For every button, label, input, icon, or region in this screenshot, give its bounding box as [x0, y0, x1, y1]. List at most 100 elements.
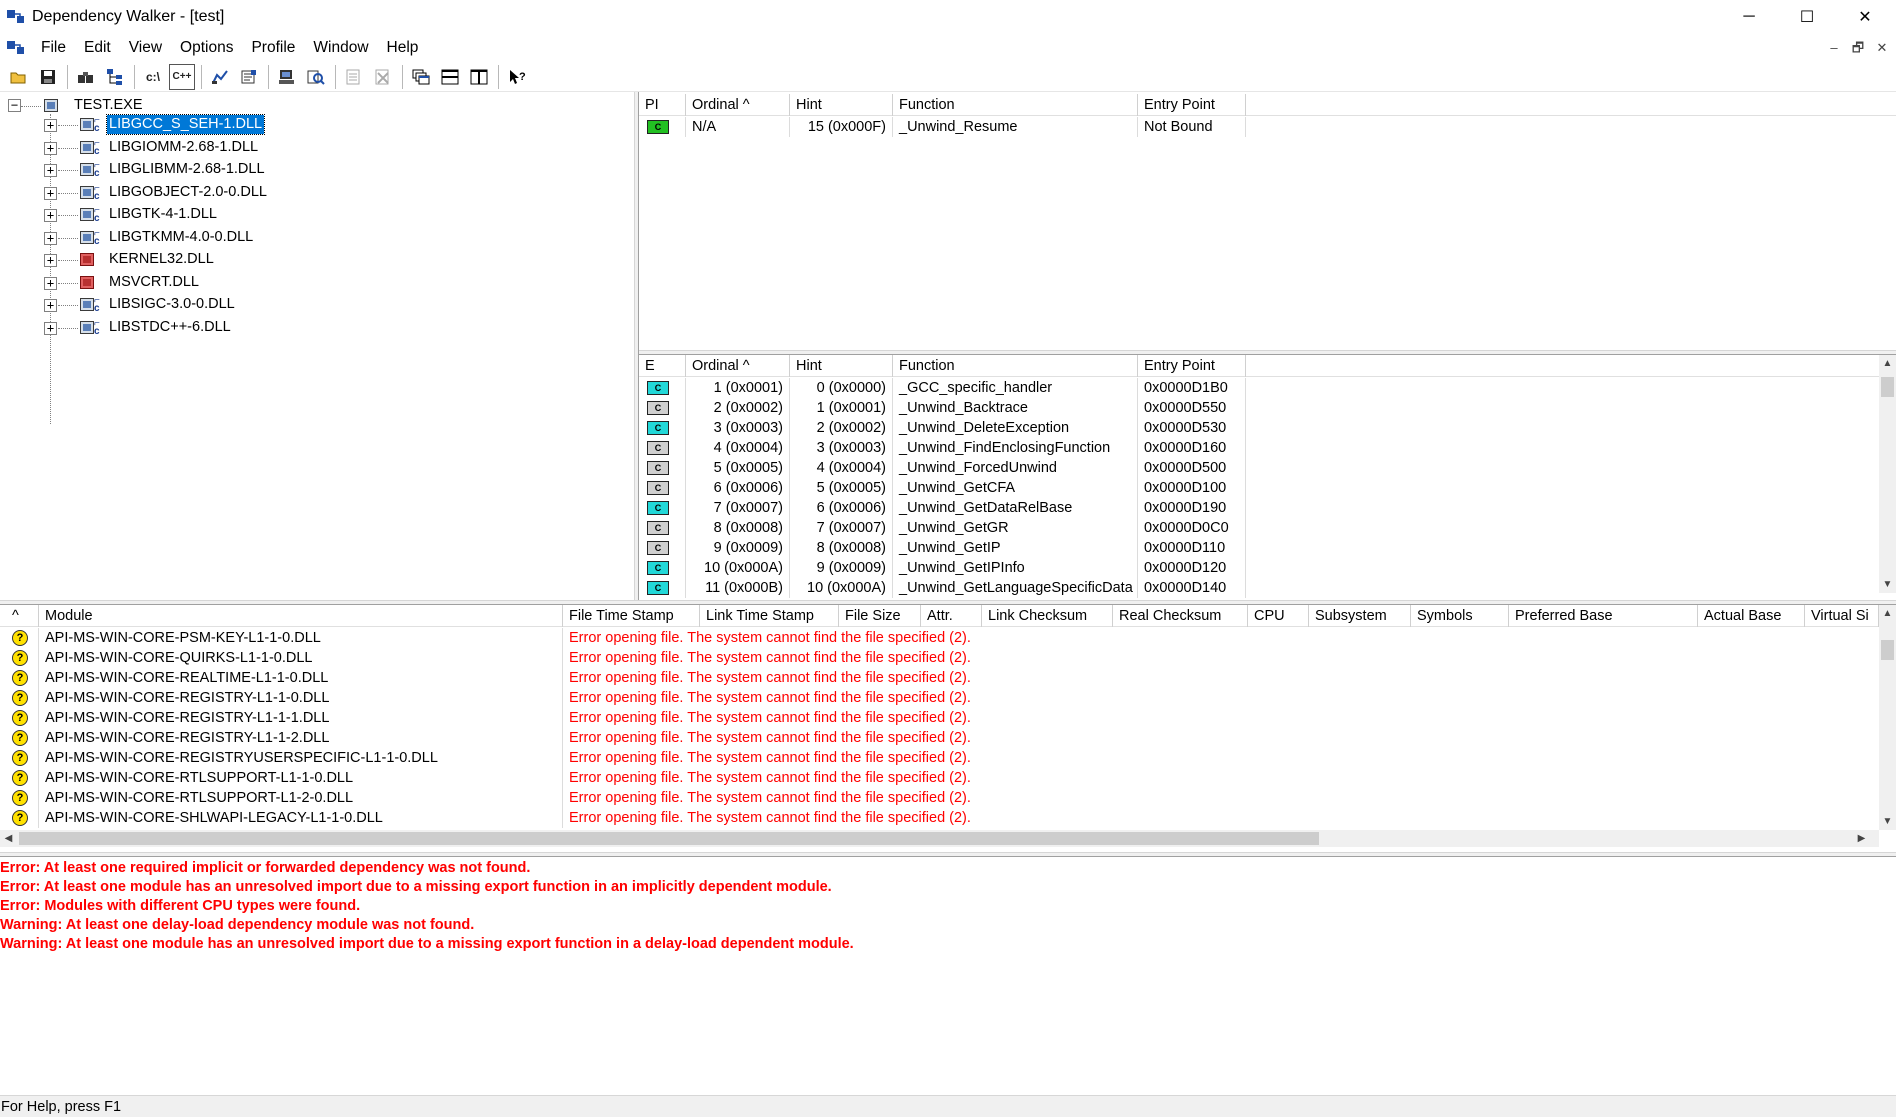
expand-icon[interactable]: + — [44, 254, 57, 267]
save-icon[interactable] — [35, 64, 61, 90]
scroll-thumb[interactable] — [1881, 377, 1894, 397]
table-row[interactable]: C 1 (0x0001) 0 (0x0000) _GCC_specific_handl… — [639, 378, 1246, 398]
table-row[interactable]: C 7 (0x0007) 6 (0x0006) _Unwind_GetDataRelB… — [639, 498, 1246, 518]
table-row[interactable]: ? API-MS-WIN-CORE-RTLSUPPORT-L1-1-0.DLL Er… — [0, 768, 1263, 788]
expand-icon[interactable]: + — [44, 142, 57, 155]
modules-col-real-checksum[interactable]: Real Checksum — [1113, 605, 1248, 627]
exports-col-hint[interactable]: Hint — [790, 355, 893, 377]
minimize-button[interactable]: ─ — [1720, 0, 1778, 34]
tree-item-label[interactable]: MSVCRT.DLL — [107, 273, 201, 292]
table-row[interactable]: ? API-MS-WIN-CORE-REGISTRY-L1-1-1.DLL Erro… — [0, 708, 1263, 728]
menu-edit[interactable]: Edit — [75, 34, 120, 62]
imports-col-entry-point[interactable]: Entry Point — [1138, 94, 1246, 116]
table-row[interactable]: ? API-MS-WIN-CORE-REGISTRYUSERSPECIFIC-L1… — [0, 748, 1263, 768]
exports-col-function[interactable]: Function — [893, 355, 1138, 377]
menu-file[interactable]: File — [32, 34, 75, 62]
expand-icon[interactable]: + — [44, 164, 57, 177]
scroll-up-icon[interactable]: ▲ — [1879, 355, 1896, 372]
scroll-thumb[interactable] — [1881, 640, 1894, 660]
modules-horizontal-scrollbar[interactable]: ◀ ▶ — [0, 830, 1879, 847]
table-row[interactable]: C 6 (0x0006) 5 (0x0005) _Unwind_GetCFA 0x000… — [639, 478, 1246, 498]
expand-icon[interactable]: + — [44, 322, 57, 335]
table-row[interactable]: ? API-MS-WIN-CORE-SHLWAPI-LEGACY-L1-1-0.D… — [0, 808, 1263, 828]
tree-item-label[interactable]: KERNEL32.DLL — [107, 250, 216, 269]
modules-col-link-checksum[interactable]: Link Checksum — [982, 605, 1113, 627]
parent-imports-pane[interactable]: PI Ordinal ^ Hint Function Entry Point C… — [639, 92, 1896, 350]
modules-col-preferred-base[interactable]: Preferred Base — [1509, 605, 1698, 627]
tree-item-label[interactable]: LIBGTK-4-1.DLL — [107, 205, 219, 224]
clear-highlight-icon[interactable] — [370, 64, 396, 90]
open-folder-icon[interactable] — [6, 64, 32, 90]
table-row[interactable]: C 11 (0x000B) 10 (0x000A) _Unwind_GetLangua… — [639, 578, 1246, 598]
tree-root-label[interactable]: TEST.EXE — [72, 96, 145, 115]
modules-col-status[interactable]: ^ — [0, 605, 39, 627]
modules-vertical-scrollbar[interactable]: ▲ ▼ — [1879, 605, 1896, 830]
tree-item-label[interactable]: LIBGTKMM-4.0-0.DLL — [107, 228, 255, 247]
scroll-thumb[interactable] — [19, 832, 1319, 845]
table-row[interactable]: ? API-MS-WIN-CORE-RTLSUPPORT-L1-2-0.DLL Er… — [0, 788, 1263, 808]
cascade-icon[interactable] — [408, 64, 434, 90]
table-row[interactable]: ? API-MS-WIN-CORE-REALTIME-L1-1-0.DLL Erro… — [0, 668, 1263, 688]
table-row[interactable]: C 2 (0x0002) 1 (0x0001) _Unwind_Backtrace 0x… — [639, 398, 1246, 418]
system-info-icon[interactable] — [274, 64, 300, 90]
modules-col-cpu[interactable]: CPU — [1248, 605, 1309, 627]
dependency-walker-app-icon[interactable] — [6, 7, 26, 27]
auto-expand-icon[interactable] — [207, 64, 233, 90]
table-row[interactable]: C N/A 15 (0x000F) _Unwind_Resume Not Bou… — [639, 117, 1246, 137]
next-module-icon[interactable] — [341, 64, 367, 90]
menu-view[interactable]: View — [120, 34, 171, 62]
mdi-minimize-button[interactable]: – — [1824, 38, 1844, 58]
close-button[interactable]: ✕ — [1836, 0, 1894, 34]
modules-col-module[interactable]: Module — [39, 605, 563, 627]
table-row[interactable]: C 8 (0x0008) 7 (0x0007) _Unwind_GetGR 0x0000… — [639, 518, 1246, 538]
exports-vertical-scrollbar[interactable]: ▲ ▼ — [1879, 355, 1896, 593]
tree-item-label[interactable]: LIBSTDC++-6.DLL — [107, 318, 233, 337]
tree-item-label[interactable]: LIBGIOMM-2.68-1.DLL — [107, 138, 260, 157]
table-row[interactable]: ? API-MS-WIN-CORE-REGISTRY-L1-1-2.DLL Erro… — [0, 728, 1263, 748]
full-paths-icon[interactable]: c:\ — [140, 64, 166, 90]
document-system-menu-icon[interactable] — [6, 38, 26, 58]
tree-item-label[interactable]: LIBSIGC-3.0-0.DLL — [107, 295, 237, 314]
expand-icon[interactable]: + — [44, 209, 57, 222]
undecorate-cpp-icon[interactable]: C++ — [169, 63, 195, 90]
scroll-up-icon[interactable]: ▲ — [1879, 605, 1896, 622]
scroll-right-icon[interactable]: ▶ — [1853, 830, 1870, 847]
table-row[interactable]: ? API-MS-WIN-CORE-REGISTRY-L1-1-0.DLL Erro… — [0, 688, 1263, 708]
find-icon[interactable] — [73, 64, 99, 90]
expand-icon[interactable]: + — [44, 232, 57, 245]
dependency-tree-icon[interactable] — [102, 64, 128, 90]
collapse-icon[interactable]: − — [8, 99, 21, 112]
modules-col-virtual-size[interactable]: Virtual Si — [1805, 605, 1879, 627]
expand-icon[interactable]: + — [44, 277, 57, 290]
exports-col-ordinal[interactable]: Ordinal ^ — [686, 355, 790, 377]
menu-options[interactable]: Options — [171, 34, 242, 62]
expand-icon[interactable]: + — [44, 119, 57, 132]
modules-col-actual-base[interactable]: Actual Base — [1698, 605, 1805, 627]
modules-col-subsystem[interactable]: Subsystem — [1309, 605, 1411, 627]
table-row[interactable]: C 9 (0x0009) 8 (0x0008) _Unwind_GetIP 0x0000… — [639, 538, 1246, 558]
expand-icon[interactable]: + — [44, 299, 57, 312]
table-row[interactable]: C 5 (0x0005) 4 (0x0004) _Unwind_ForcedUnwin… — [639, 458, 1246, 478]
expand-icon[interactable]: + — [44, 187, 57, 200]
tree-item-label[interactable]: LIBGOBJECT-2.0-0.DLL — [107, 183, 269, 202]
module-list-pane[interactable]: ^ Module File Time Stamp Link Time Stamp… — [0, 605, 1896, 852]
tree-item-label[interactable]: LIBGLIBMM-2.68-1.DLL — [107, 160, 267, 179]
dependency-tree-pane[interactable]: − TEST.EXE + ⌐ c LIBGCC_S_SEH-1.DLL + ⌐ c LIBGI… — [0, 92, 634, 600]
view-full-icon[interactable] — [303, 64, 329, 90]
menu-profile[interactable]: Profile — [242, 34, 304, 62]
table-row[interactable]: C 3 (0x0003) 2 (0x0002) _Unwind_DeleteExcep… — [639, 418, 1246, 438]
modules-col-symbols[interactable]: Symbols — [1411, 605, 1509, 627]
scroll-left-icon[interactable]: ◀ — [0, 830, 17, 847]
tile-vertical-icon[interactable] — [466, 64, 492, 90]
imports-col-pi[interactable]: PI — [639, 94, 686, 116]
exports-col-e[interactable]: E — [639, 355, 686, 377]
mdi-close-button[interactable]: ✕ — [1872, 38, 1892, 58]
log-pane[interactable]: Error: At least one required implicit or… — [0, 857, 1896, 1095]
menu-help[interactable]: Help — [378, 34, 428, 62]
maximize-button[interactable]: ☐ — [1778, 0, 1836, 34]
tile-horizontal-icon[interactable] — [437, 64, 463, 90]
modules-col-file-size[interactable]: File Size — [839, 605, 921, 627]
exports-pane[interactable]: E Ordinal ^ Hint Function Entry Point C 1… — [639, 355, 1896, 600]
table-row[interactable]: C 4 (0x0004) 3 (0x0003) _Unwind_FindEnclosi… — [639, 438, 1246, 458]
exports-col-entry-point[interactable]: Entry Point — [1138, 355, 1246, 377]
